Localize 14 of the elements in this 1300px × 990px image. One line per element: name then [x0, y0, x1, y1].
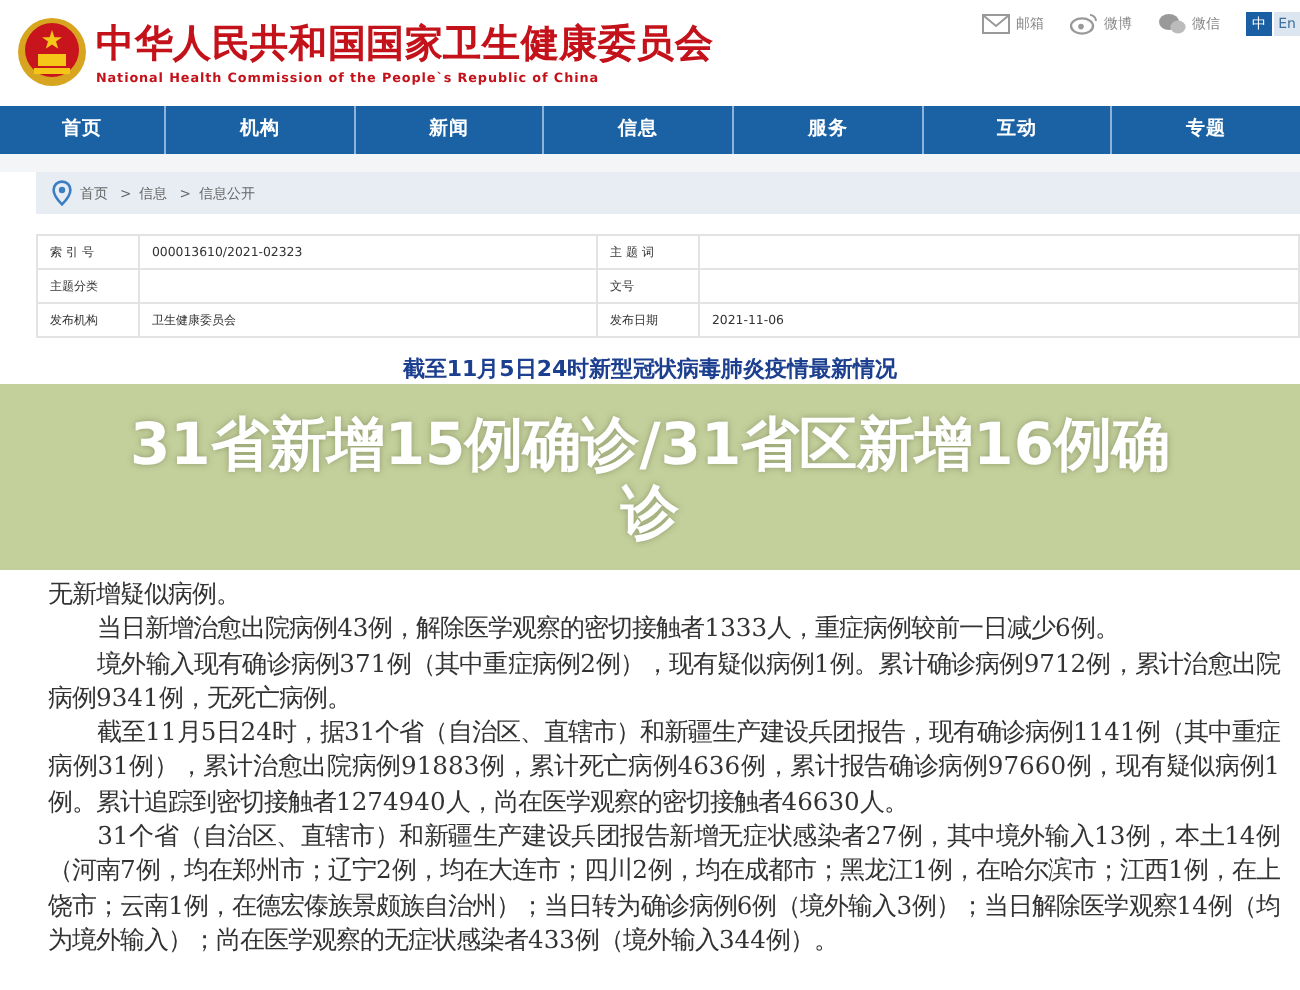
- chat-bubbles-icon: [1158, 12, 1186, 36]
- paragraph: 31个省（自治区、直辖市）和新疆生产建设兵团报告新增无症状感染者27例，其中境外输入13例，本土14例（河南7例，均在郑州市；辽宁2例，均在大连市；四川2例，均在成都市；黑龙江1例，在哈尔滨市；江西1例，在上饶市；云南1例，在德宏傣族景颇族自治州）；当日转为确诊病例6例（境外输入3例）；当日解除医学观察14例（均为境外输入）；尚在医学观察的无症状感染者433例（境外输入344例）。: [48, 820, 1280, 958]
- mail-icon: [982, 12, 1010, 36]
- paragraph: 当日新增治愈出院病例43例，解除医学观察的密切接触者1333人，重症病例较前一日减少6例。: [95, 612, 1121, 647]
- article-heading: 截至11月5日24时新型冠状病毒肺炎疫情最新情况: [400, 354, 900, 384]
- paragraph: 无新增疑似病例。: [48, 578, 242, 612]
- emblem-icon: [16, 16, 88, 88]
- paragraph: 境外输入现有确诊病例371例（其中重症病例2例），现有疑似病例1例。累计确诊病例9712例，累计治愈出院病例9341例，无死亡病例。: [48, 647, 1280, 716]
- site-title: 中华人民共和国国家卫生健康委员会: [96, 19, 714, 67]
- location-pin-icon: [52, 180, 72, 206]
- nav-item[interactable]: 首页: [0, 106, 164, 154]
- overlay-title: 31省新增15例确诊/31省区新增16例确诊: [127, 409, 1173, 545]
- weibo-icon: [1070, 12, 1098, 36]
- paragraph: 截至11月5日24时，据31个省（自治区、直辖市）和新疆生产建设兵团报告，现有确诊病例1141例（其中重症病例31例），累计治愈出院病例91883例，累计死亡病例4636例，累计报告确诊病例97660例，现有疑似病例1例。累计追踪到密切接触者1274940人，尚在医学观察的密切接触者46630人。: [48, 716, 1280, 820]
